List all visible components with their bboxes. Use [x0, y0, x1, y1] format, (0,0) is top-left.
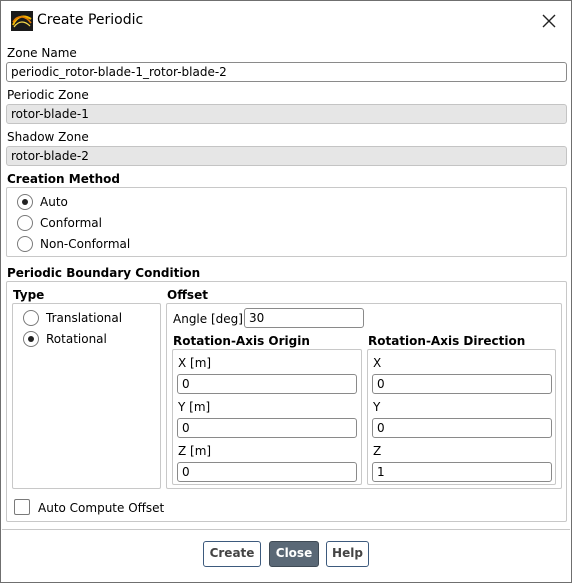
radio-translational-label[interactable]: Translational	[46, 311, 122, 325]
radio-auto-label[interactable]: Auto	[40, 195, 68, 209]
origin-y-input[interactable]: 0	[177, 418, 357, 438]
zone-name-input[interactable]: periodic_rotor-blade-1_rotor-blade-2	[6, 62, 567, 82]
radio-auto[interactable]	[17, 194, 33, 210]
footer-separator	[2, 529, 570, 530]
close-button[interactable]: Close	[269, 541, 319, 567]
close-icon[interactable]	[537, 9, 561, 33]
direction-y-label: Y	[373, 400, 381, 414]
creation-method-group: Auto Conformal Non-Conformal	[6, 187, 567, 257]
rotation-origin-label: Rotation-Axis Origin	[173, 334, 310, 348]
radio-conformal[interactable]	[17, 215, 33, 231]
auto-compute-label[interactable]: Auto Compute Offset	[38, 501, 164, 515]
origin-x-input[interactable]: 0	[177, 374, 357, 394]
create-button[interactable]: Create	[203, 541, 261, 567]
offset-group: Angle [deg] 30 Rotation-Axis Origin X [m…	[166, 303, 562, 489]
radio-rotational-label[interactable]: Rotational	[46, 332, 107, 346]
offset-label: Offset	[167, 288, 208, 302]
angle-input[interactable]: 30	[244, 308, 364, 328]
type-group: Translational Rotational	[12, 303, 161, 489]
shadow-zone-label: Shadow Zone	[7, 130, 89, 144]
auto-compute-checkbox[interactable]	[14, 499, 30, 515]
angle-label: Angle [deg]	[173, 312, 243, 326]
rotation-direction-group: X 0 Y 0 Z 1	[367, 349, 556, 485]
direction-z-label: Z	[373, 444, 382, 458]
direction-x-input[interactable]: 0	[372, 374, 552, 394]
radio-non-conformal[interactable]	[17, 236, 33, 252]
periodic-zone-field: rotor-blade-1	[6, 104, 567, 124]
origin-z-label: Z [m]	[178, 444, 212, 458]
title-bar[interactable]: Create Periodic	[1, 1, 571, 41]
origin-x-label: X [m]	[178, 356, 212, 370]
origin-y-label: Y [m]	[178, 400, 211, 414]
rotation-direction-label: Rotation-Axis Direction	[368, 334, 526, 348]
shadow-zone-field: rotor-blade-2	[6, 146, 567, 166]
type-label: Type	[13, 288, 45, 302]
pbc-group: Type Translational Rotational Offset Ang…	[6, 281, 567, 522]
direction-x-label: X	[373, 356, 382, 370]
window-title: Create Periodic	[37, 12, 144, 28]
fluent-app-icon	[11, 11, 33, 31]
creation-method-label: Creation Method	[7, 172, 120, 186]
radio-translational[interactable]	[23, 310, 39, 326]
create-periodic-dialog: Create Periodic Zone Name periodic_rotor…	[0, 0, 572, 583]
radio-non-conformal-label[interactable]: Non-Conformal	[40, 237, 130, 251]
zone-name-label: Zone Name	[7, 46, 77, 60]
direction-y-input[interactable]: 0	[372, 418, 552, 438]
direction-z-input[interactable]: 1	[372, 462, 552, 482]
help-button[interactable]: Help	[326, 541, 369, 567]
radio-conformal-label[interactable]: Conformal	[40, 216, 102, 230]
pbc-label: Periodic Boundary Condition	[7, 266, 201, 280]
origin-z-input[interactable]: 0	[177, 462, 357, 482]
radio-rotational[interactable]	[23, 331, 39, 347]
periodic-zone-label: Periodic Zone	[7, 88, 89, 102]
rotation-origin-group: X [m] 0 Y [m] 0 Z [m] 0	[172, 349, 362, 485]
